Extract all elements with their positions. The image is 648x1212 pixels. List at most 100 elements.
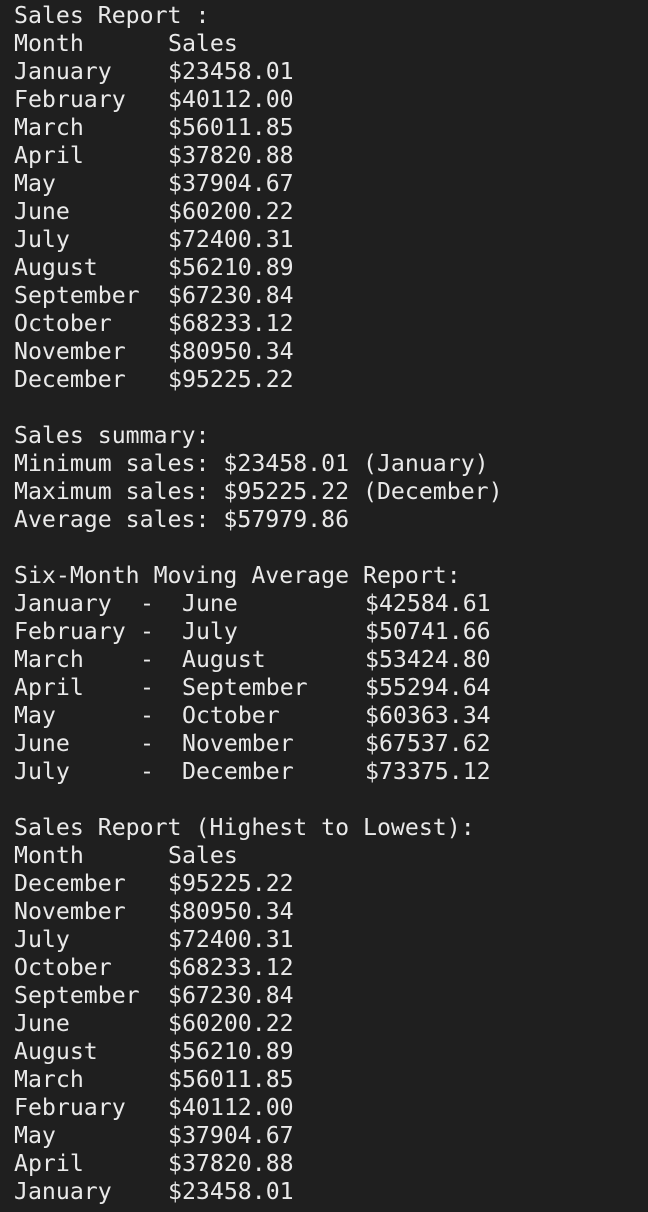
row-sales: $37820.88 [168, 1150, 294, 1177]
report-row: January $23458.01 [14, 58, 648, 86]
range-to: December [182, 758, 294, 785]
moving-avg-row: May - October $60363.34 [14, 702, 648, 730]
row-sales: $67230.84 [168, 282, 294, 309]
row-month: July [14, 926, 70, 953]
sorted-row: July $72400.31 [14, 926, 648, 954]
range-from: July [14, 758, 70, 785]
header-month: Month [14, 842, 84, 869]
sorted-row: May $37904.67 [14, 1122, 648, 1150]
range-from: May [14, 702, 56, 729]
row-month: June [14, 198, 70, 225]
moving-avg-row: March - August $53424.80 [14, 646, 648, 674]
sorted-row: October $68233.12 [14, 954, 648, 982]
summary-avg: Average sales: $57979.86 [14, 506, 350, 533]
report-row: October $68233.12 [14, 310, 648, 338]
sorted-header: Month Sales [14, 842, 648, 870]
summary-max: Maximum sales: $95225.22 (December) [14, 478, 503, 505]
row-month: February [14, 86, 126, 113]
row-sales: $60200.22 [168, 1010, 294, 1037]
row-month: May [14, 1122, 56, 1149]
row-month: October [14, 954, 112, 981]
row-sales: $23458.01 [168, 1178, 294, 1205]
row-month: December [14, 870, 126, 897]
header-month: Month [14, 30, 84, 57]
row-month: September [14, 282, 140, 309]
report-row: February $40112.00 [14, 86, 648, 114]
report-title: Sales Report : [14, 2, 210, 29]
sorted-row: November $80950.34 [14, 898, 648, 926]
range-to: July [182, 618, 238, 645]
range-value: $67537.62 [365, 730, 491, 757]
summary-title: Sales summary: [14, 422, 210, 449]
row-sales: $67230.84 [168, 982, 294, 1009]
row-month: April [14, 142, 84, 169]
row-month: December [14, 366, 126, 393]
report-row: June $60200.22 [14, 198, 648, 226]
sorted-row: January $23458.01 [14, 1178, 648, 1206]
sorted-row: August $56210.89 [14, 1038, 648, 1066]
row-month: April [14, 1150, 84, 1177]
range-separator: - [140, 674, 154, 701]
moving-avg-row: February - July $50741.66 [14, 618, 648, 646]
range-separator: - [140, 590, 154, 617]
row-sales: $23458.01 [168, 58, 294, 85]
sorted-row: September $67230.84 [14, 982, 648, 1010]
row-sales: $68233.12 [168, 954, 294, 981]
row-month: November [14, 898, 126, 925]
sorted-row: December $95225.22 [14, 870, 648, 898]
row-sales: $80950.34 [168, 898, 294, 925]
row-month: March [14, 114, 84, 141]
row-sales: $95225.22 [168, 366, 294, 393]
row-sales: $37820.88 [168, 142, 294, 169]
moving-avg-row: January - June $42584.61 [14, 590, 648, 618]
report-row: November $80950.34 [14, 338, 648, 366]
range-from: March [14, 646, 84, 673]
range-value: $73375.12 [365, 758, 491, 785]
row-sales: $60200.22 [168, 198, 294, 225]
row-sales: $95225.22 [168, 870, 294, 897]
report-row: August $56210.89 [14, 254, 648, 282]
sorted-row: April $37820.88 [14, 1150, 648, 1178]
range-separator: - [140, 702, 154, 729]
row-sales: $40112.00 [168, 1094, 294, 1121]
report-row: May $37904.67 [14, 170, 648, 198]
row-sales: $37904.67 [168, 170, 294, 197]
sorted-title: Sales Report (Highest to Lowest): [14, 814, 475, 841]
range-to: August [182, 646, 266, 673]
range-separator: - [140, 730, 154, 757]
moving-avg-title: Six-Month Moving Average Report: [14, 562, 461, 589]
range-value: $42584.61 [365, 590, 491, 617]
row-sales: $56210.89 [168, 1038, 294, 1065]
range-to: November [182, 730, 294, 757]
summary-min: Minimum sales: $23458.01 (January) [14, 450, 489, 477]
report-row: September $67230.84 [14, 282, 648, 310]
moving-avg-row: April - September $55294.64 [14, 674, 648, 702]
report-header: Month Sales [14, 30, 648, 58]
moving-avg-row: June - November $67537.62 [14, 730, 648, 758]
row-sales: $72400.31 [168, 926, 294, 953]
row-month: October [14, 310, 112, 337]
row-month: September [14, 982, 140, 1009]
row-month: January [14, 1178, 112, 1205]
terminal-output: Sales Report : Month Sales January $23458.… [14, 2, 648, 1206]
range-from: June [14, 730, 70, 757]
row-month: February [14, 1094, 126, 1121]
row-sales: $40112.00 [168, 86, 294, 113]
row-sales: $56210.89 [168, 254, 294, 281]
range-from: January [14, 590, 112, 617]
row-sales: $68233.12 [168, 310, 294, 337]
row-sales: $80950.34 [168, 338, 294, 365]
row-month: November [14, 338, 126, 365]
row-sales: $37904.67 [168, 1122, 294, 1149]
range-to: June [182, 590, 238, 617]
row-month: June [14, 1010, 70, 1037]
range-value: $55294.64 [365, 674, 491, 701]
row-month: July [14, 226, 70, 253]
header-sales: Sales [168, 842, 238, 869]
range-value: $50741.66 [365, 618, 491, 645]
range-separator: - [140, 758, 154, 785]
report-row: April $37820.88 [14, 142, 648, 170]
row-month: August [14, 254, 98, 281]
range-to: September [182, 674, 308, 701]
